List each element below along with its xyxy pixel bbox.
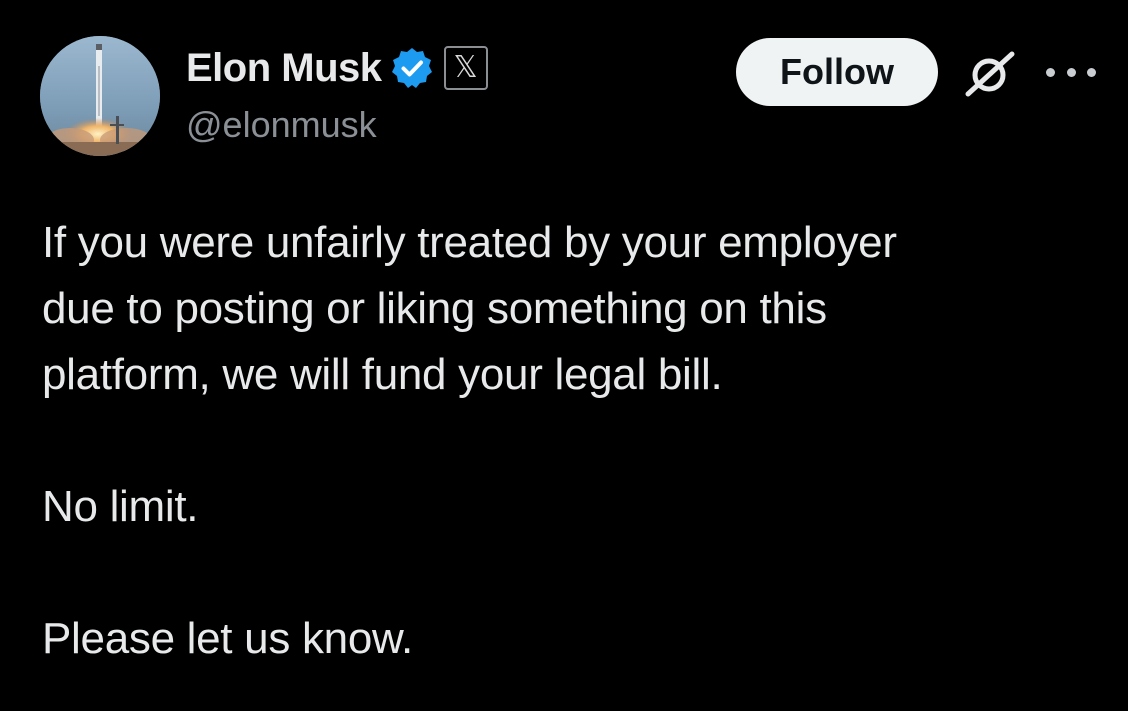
avatar[interactable] [40, 36, 160, 156]
tweet-card: Elon Musk 𝕏 @elonmusk Follow If you were… [0, 0, 1128, 711]
x-logo-icon[interactable]: 𝕏 [443, 46, 488, 90]
rocket-launch-image [40, 36, 160, 156]
author-handle[interactable]: @elonmusk [186, 104, 377, 146]
author-name-row: Elon Musk 𝕏 [186, 44, 488, 92]
grok-icon[interactable] [962, 50, 1018, 98]
more-dot [1066, 67, 1076, 77]
more-dot [1046, 67, 1055, 77]
follow-button[interactable]: Follow [736, 38, 938, 106]
tweet-line: due to posting or liking something on th… [42, 284, 827, 333]
tweet-line: platform, we will fund your legal bill. [42, 350, 723, 399]
author-display-name[interactable]: Elon Musk [186, 46, 382, 91]
tweet-paragraph-no-limit: No limit. [42, 482, 199, 531]
tweet-line: If you were unfairly treated by your emp… [42, 218, 897, 267]
tweet-paragraph-let-us-know: Please let us know. [42, 614, 413, 663]
tweet-body: If you were unfairly treated by your emp… [42, 210, 1102, 672]
more-options-icon[interactable] [1046, 52, 1096, 92]
more-dot [1087, 67, 1096, 77]
verified-badge-icon[interactable] [390, 46, 434, 90]
